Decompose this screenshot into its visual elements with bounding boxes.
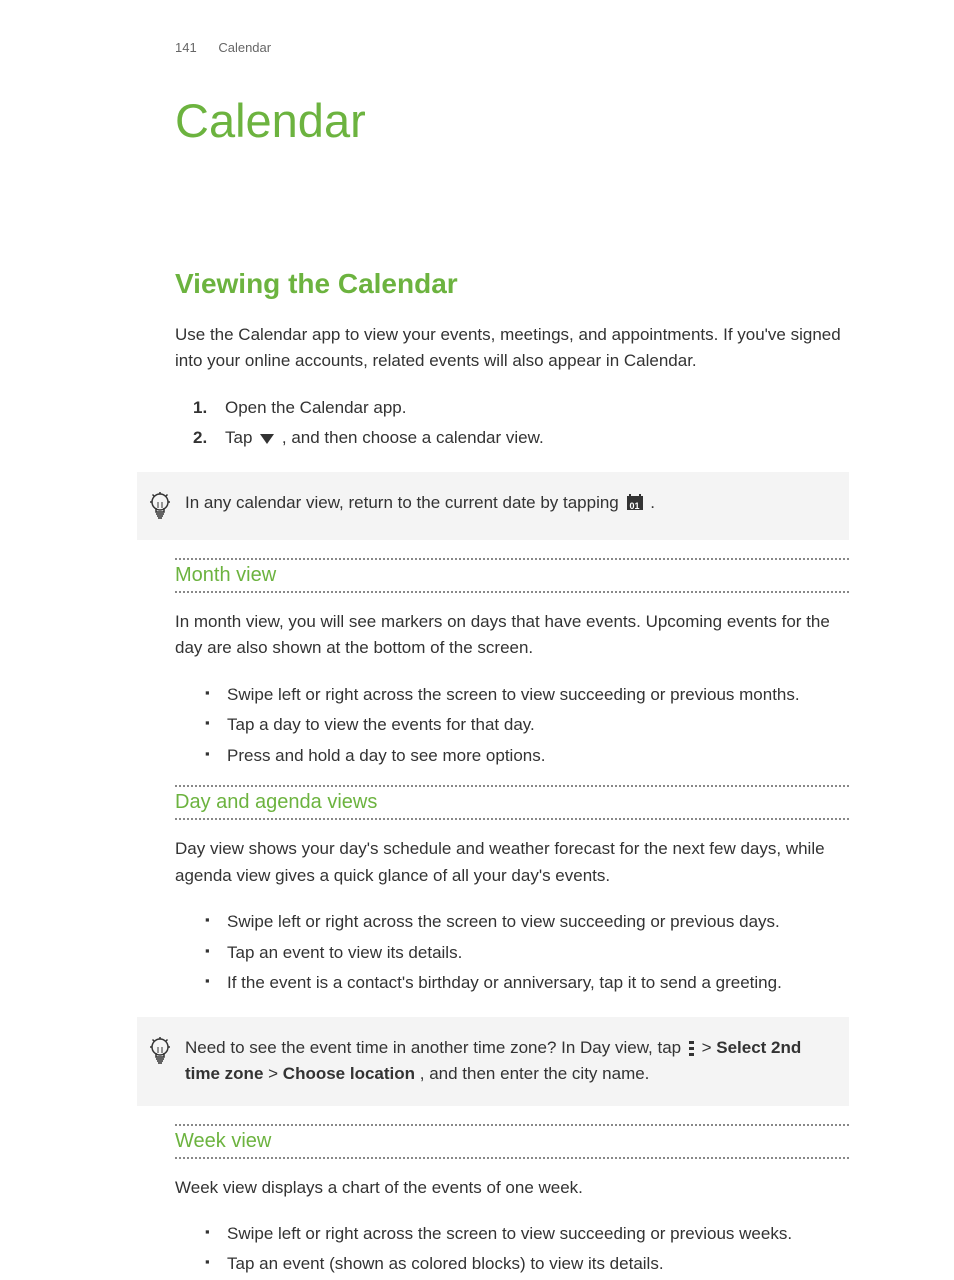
tip-callout: In any calendar view, return to the curr… bbox=[137, 472, 849, 540]
month-view-bullets: Swipe left or right across the screen to… bbox=[175, 680, 849, 772]
page-number: 141 bbox=[175, 40, 197, 55]
tip-text-suffix: . bbox=[650, 493, 655, 512]
tip-content: In any calendar view, return to the curr… bbox=[185, 490, 829, 516]
steps-list: Open the Calendar app. Tap , and then ch… bbox=[175, 393, 849, 454]
tip-text-suffix: , and then enter the city name. bbox=[420, 1064, 650, 1083]
header-section-name: Calendar bbox=[218, 40, 271, 55]
chapter-title: Calendar bbox=[175, 93, 849, 148]
tip-text-mid2: > bbox=[268, 1064, 283, 1083]
lightbulb-icon bbox=[147, 492, 173, 522]
list-item: Tap a day to view the events for that da… bbox=[215, 710, 849, 741]
dropdown-icon bbox=[260, 434, 274, 444]
list-item: Open the Calendar app. bbox=[205, 393, 849, 424]
list-item: Tap , and then choose a calendar view. bbox=[205, 423, 849, 454]
overflow-menu-icon bbox=[689, 1041, 694, 1056]
day-agenda-bullets: Swipe left or right across the screen to… bbox=[175, 907, 849, 999]
list-item: Press and hold a day to see more options… bbox=[215, 741, 849, 772]
tip-text-prefix: Need to see the event time in another ti… bbox=[185, 1038, 686, 1057]
list-item: Swipe left or right across the screen to… bbox=[215, 680, 849, 711]
tip-content: Need to see the event time in another ti… bbox=[185, 1035, 829, 1088]
tip-text-prefix: In any calendar view, return to the curr… bbox=[185, 493, 624, 512]
section-title: Viewing the Calendar bbox=[175, 268, 849, 300]
week-view-bullets: Swipe left or right across the screen to… bbox=[175, 1219, 849, 1280]
list-item: Tap an event (shown as colored blocks) t… bbox=[215, 1249, 849, 1280]
today-icon: 01 bbox=[627, 496, 643, 510]
list-item: Swipe left or right across the screen to… bbox=[215, 1219, 849, 1250]
subsection-heading-month: Month view bbox=[175, 558, 849, 593]
month-view-paragraph: In month view, you will see markers on d… bbox=[175, 609, 849, 662]
tip-callout: Need to see the event time in another ti… bbox=[137, 1017, 849, 1106]
step-text-suffix: , and then choose a calendar view. bbox=[282, 428, 544, 447]
subsection-heading-day-agenda: Day and agenda views bbox=[175, 785, 849, 820]
subsection-heading-week: Week view bbox=[175, 1124, 849, 1159]
lightbulb-icon bbox=[147, 1037, 173, 1067]
tip-bold-2: Choose location bbox=[283, 1064, 415, 1083]
list-item: Swipe left or right across the screen to… bbox=[215, 907, 849, 938]
tip-text-mid1: > bbox=[702, 1038, 717, 1057]
step-text-prefix: Tap bbox=[225, 428, 257, 447]
intro-paragraph: Use the Calendar app to view your events… bbox=[175, 322, 849, 375]
list-item: If the event is a contact's birthday or … bbox=[215, 968, 849, 999]
page-header: 141 Calendar bbox=[175, 40, 849, 55]
week-view-paragraph: Week view displays a chart of the events… bbox=[175, 1175, 849, 1201]
list-item: Tap an event to view its details. bbox=[215, 938, 849, 969]
day-agenda-paragraph: Day view shows your day's schedule and w… bbox=[175, 836, 849, 889]
